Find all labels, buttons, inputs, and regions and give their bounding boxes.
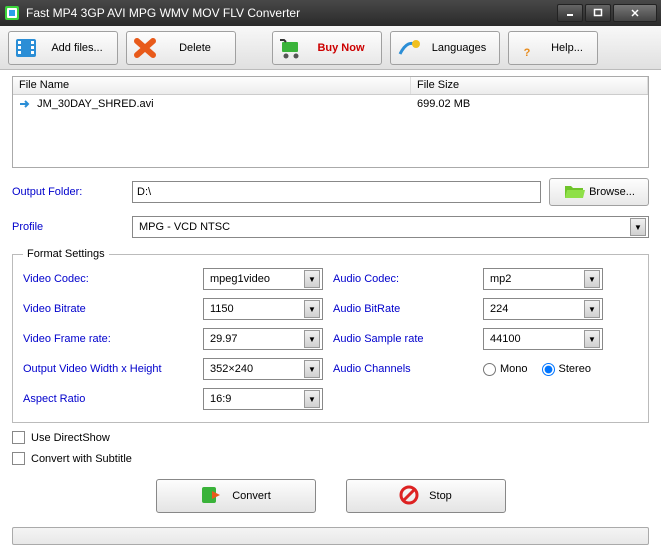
languages-label: Languages (429, 42, 489, 54)
video-bitrate-label: Video Bitrate (23, 303, 203, 315)
help-icon: ? (513, 35, 541, 61)
video-bitrate-combo[interactable]: 1150▼ (203, 298, 323, 320)
progress-bar (12, 527, 649, 545)
languages-button[interactable]: Languages (390, 31, 500, 65)
aspect-combo[interactable]: 16:9▼ (203, 388, 323, 410)
video-wh-label: Output Video Width x Height (23, 363, 203, 375)
file-size-cell: 699.02 MB (411, 97, 648, 111)
directshow-label: Use DirectShow (31, 432, 110, 444)
stop-button[interactable]: Stop (346, 479, 506, 513)
folder-icon (563, 182, 585, 203)
directshow-checkbox[interactable]: Use DirectShow (12, 431, 649, 444)
svg-text:?: ? (524, 47, 531, 59)
app-icon (4, 5, 20, 21)
add-files-button[interactable]: Add files... (8, 31, 118, 65)
chevron-down-icon: ▼ (630, 218, 646, 236)
audio-bitrate-label: Audio BitRate (333, 303, 483, 315)
browse-label: Browse... (589, 186, 635, 198)
file-list[interactable]: File Name File Size JM_30DAY_SHRED.avi 6… (12, 76, 649, 168)
video-codec-combo[interactable]: mpeg1video▼ (203, 268, 323, 290)
help-label: Help... (547, 42, 587, 54)
audio-codec-label: Audio Codec: (333, 273, 483, 285)
window-title: Fast MP4 3GP AVI MPG WMV MOV FLV Convert… (26, 6, 557, 20)
delete-button[interactable]: Delete (126, 31, 236, 65)
audio-codec-combo[interactable]: mp2▼ (483, 268, 603, 290)
checkbox-icon (12, 452, 25, 465)
close-button[interactable] (613, 4, 657, 22)
chevron-down-icon: ▼ (304, 360, 320, 378)
browse-button[interactable]: Browse... (549, 178, 649, 206)
chevron-down-icon: ▼ (304, 390, 320, 408)
format-settings-group: Format Settings Video Codec: mpeg1video▼… (12, 248, 649, 423)
video-wh-combo[interactable]: 352×240▼ (203, 358, 323, 380)
file-arrow-icon (19, 99, 31, 109)
maximize-button[interactable] (585, 4, 611, 22)
minimize-button[interactable] (557, 4, 583, 22)
audio-channels-label: Audio Channels (333, 363, 483, 375)
aspect-label: Aspect Ratio (23, 393, 203, 405)
stop-label: Stop (429, 490, 452, 502)
convert-label: Convert (232, 490, 271, 502)
column-filesize[interactable]: File Size (411, 77, 648, 94)
chevron-down-icon: ▼ (304, 270, 320, 288)
file-name-cell: JM_30DAY_SHRED.avi (37, 98, 154, 110)
delete-x-icon (131, 35, 159, 61)
chevron-down-icon: ▼ (304, 330, 320, 348)
output-folder-label: Output Folder: (12, 186, 132, 198)
titlebar: Fast MP4 3GP AVI MPG WMV MOV FLV Convert… (0, 0, 661, 26)
video-framerate-label: Video Frame rate: (23, 333, 203, 345)
mono-radio[interactable]: Mono (483, 363, 528, 376)
convert-button[interactable]: Convert (156, 479, 316, 513)
stereo-radio[interactable]: Stereo (542, 363, 591, 376)
format-legend: Format Settings (23, 248, 109, 260)
cart-icon (277, 35, 305, 61)
video-codec-label: Video Codec: (23, 273, 203, 285)
chevron-down-icon: ▼ (584, 270, 600, 288)
toolbar: Add files... Delete Buy Now Languages ? … (0, 26, 661, 70)
film-plus-icon (13, 35, 41, 61)
subtitle-checkbox[interactable]: Convert with Subtitle (12, 452, 649, 465)
help-button[interactable]: ? Help... (508, 31, 598, 65)
checkbox-icon (12, 431, 25, 444)
profile-value: MPG - VCD NTSC (139, 221, 630, 233)
chevron-down-icon: ▼ (304, 300, 320, 318)
chevron-down-icon: ▼ (584, 330, 600, 348)
profile-label: Profile (12, 221, 132, 233)
add-files-label: Add files... (47, 42, 107, 54)
output-folder-input[interactable] (132, 181, 541, 203)
table-row[interactable]: JM_30DAY_SHRED.avi 699.02 MB (13, 95, 648, 113)
chevron-down-icon: ▼ (584, 300, 600, 318)
audio-sample-combo[interactable]: 44100▼ (483, 328, 603, 350)
language-icon (395, 35, 423, 61)
video-framerate-combo[interactable]: 29.97▼ (203, 328, 323, 350)
buy-now-label: Buy Now (311, 42, 371, 54)
convert-icon (200, 485, 222, 508)
delete-label: Delete (165, 42, 225, 54)
stop-icon (399, 485, 419, 508)
column-filename[interactable]: File Name (13, 77, 411, 94)
window-controls (557, 4, 657, 22)
subtitle-label: Convert with Subtitle (31, 453, 132, 465)
audio-bitrate-combo[interactable]: 224▼ (483, 298, 603, 320)
buy-now-button[interactable]: Buy Now (272, 31, 382, 65)
audio-sample-label: Audio Sample rate (333, 333, 483, 345)
file-list-header: File Name File Size (13, 77, 648, 95)
profile-combo[interactable]: MPG - VCD NTSC ▼ (132, 216, 649, 238)
